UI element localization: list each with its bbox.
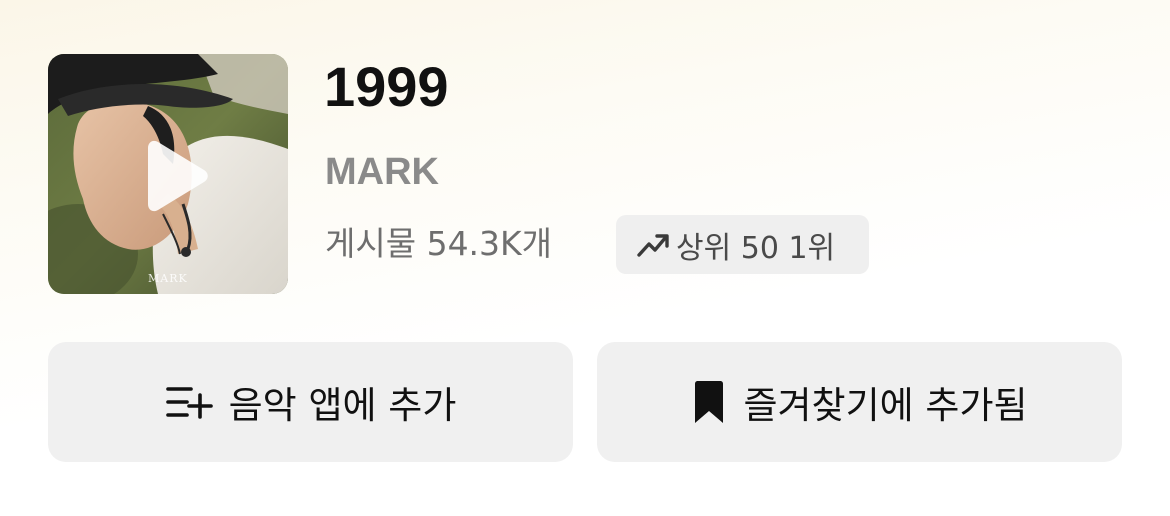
chart-rank-badge[interactable]: 상위 50 1위	[616, 215, 869, 274]
playlist-add-icon	[165, 387, 213, 419]
add-to-music-app-label: 음악 앱에 추가	[228, 384, 457, 427]
album-cover[interactable]: MARK	[48, 54, 288, 294]
bookmark-icon	[695, 381, 724, 423]
post-count: 게시물 54.3K개	[325, 224, 553, 263]
cover-artist-text: MARK	[148, 272, 188, 285]
trending-up-icon	[637, 233, 669, 257]
play-icon[interactable]	[140, 140, 210, 212]
favorite-label: 즐겨찾기에 추가됨	[743, 384, 1028, 427]
song-title: 1999	[324, 55, 449, 118]
chart-rank-label: 상위 50 1위	[676, 230, 836, 266]
favorite-button[interactable]: 즐겨찾기에 추가됨	[597, 342, 1122, 462]
artist-name[interactable]: MARK	[325, 150, 439, 194]
add-to-music-app-button[interactable]: 음악 앱에 추가	[48, 342, 573, 462]
